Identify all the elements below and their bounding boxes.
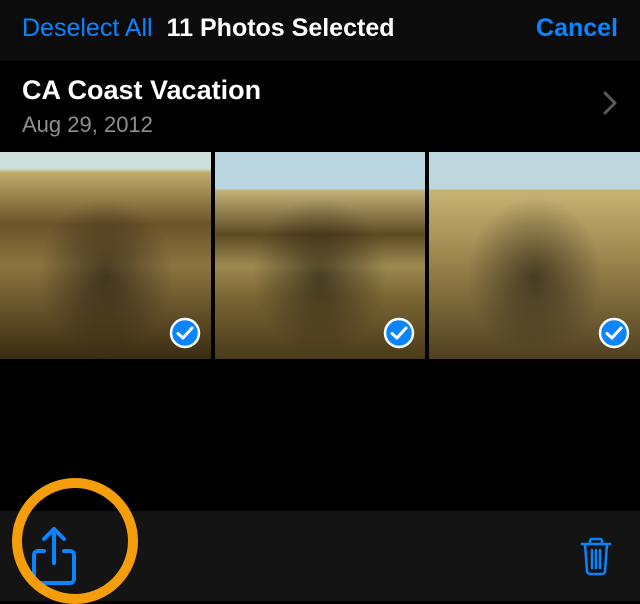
top-bar: Deselect All 11 Photos Selected Cancel — [0, 0, 640, 61]
delete-button[interactable] — [576, 536, 616, 576]
photo-thumbnail[interactable] — [429, 152, 640, 359]
chevron-right-icon[interactable] — [594, 90, 626, 124]
checkmark-icon — [169, 317, 201, 349]
trash-icon — [579, 536, 613, 576]
album-header[interactable]: CA Coast Vacation Aug 29, 2012 — [0, 61, 640, 152]
photo-thumbnail[interactable] — [215, 152, 426, 359]
checkmark-icon — [383, 317, 415, 349]
album-title: CA Coast Vacation — [22, 75, 594, 106]
bottom-toolbar — [0, 511, 640, 601]
cancel-button[interactable]: Cancel — [536, 14, 618, 43]
checkmark-icon — [598, 317, 630, 349]
photo-thumbnail[interactable] — [0, 152, 211, 359]
photo-grid — [0, 152, 640, 359]
share-button[interactable] — [24, 526, 84, 586]
deselect-all-button[interactable]: Deselect All — [22, 14, 153, 43]
album-date: Aug 29, 2012 — [22, 112, 594, 138]
share-icon — [30, 525, 78, 587]
selection-count-title: 11 Photos Selected — [167, 14, 395, 43]
